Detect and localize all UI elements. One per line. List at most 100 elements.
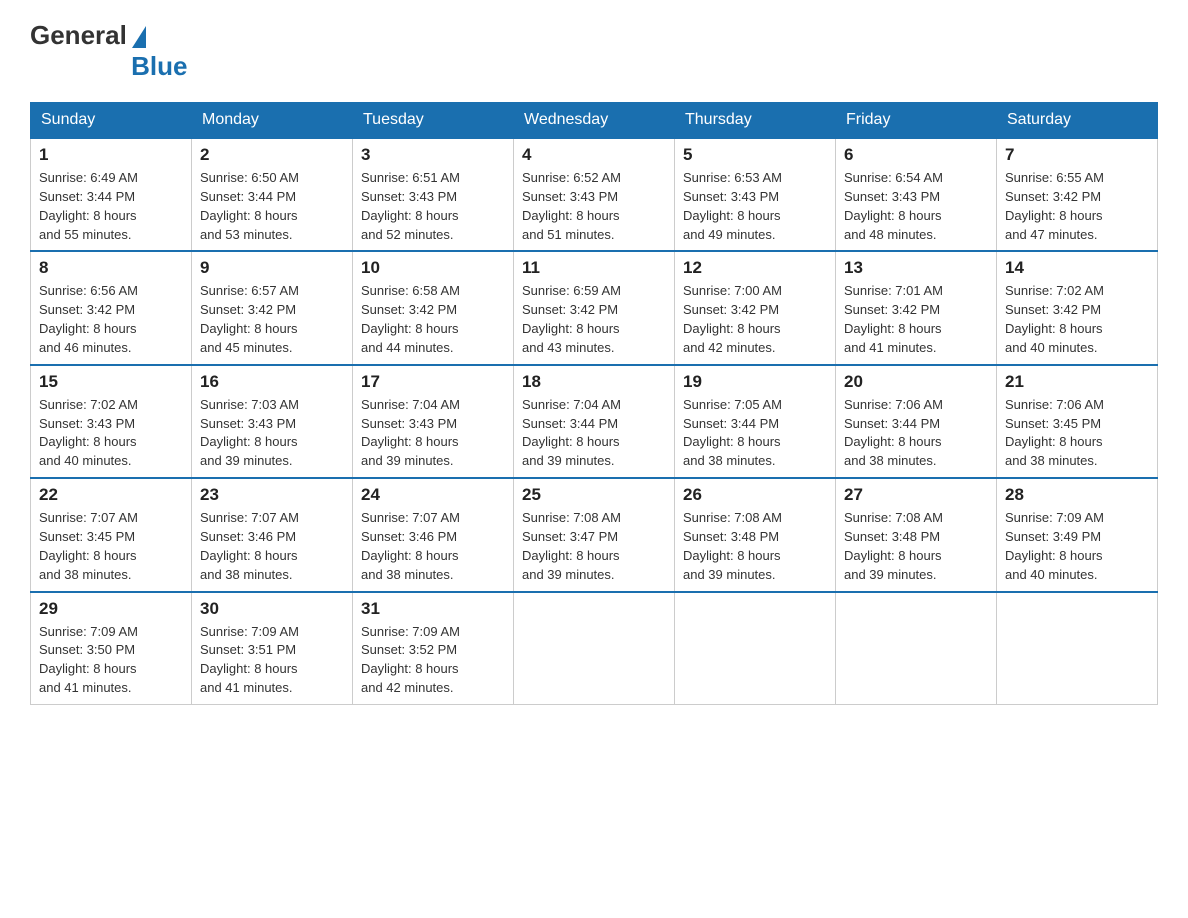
- calendar-cell: 13 Sunrise: 7:01 AMSunset: 3:42 PMDaylig…: [836, 251, 997, 364]
- calendar-cell: 25 Sunrise: 7:08 AMSunset: 3:47 PMDaylig…: [514, 478, 675, 591]
- day-info: Sunrise: 7:02 AMSunset: 3:43 PMDaylight:…: [39, 397, 138, 469]
- calendar-cell: 28 Sunrise: 7:09 AMSunset: 3:49 PMDaylig…: [997, 478, 1158, 591]
- calendar-cell: 20 Sunrise: 7:06 AMSunset: 3:44 PMDaylig…: [836, 365, 997, 478]
- calendar-cell: 7 Sunrise: 6:55 AMSunset: 3:42 PMDayligh…: [997, 138, 1158, 251]
- calendar-cell: 31 Sunrise: 7:09 AMSunset: 3:52 PMDaylig…: [353, 592, 514, 705]
- day-number: 24: [361, 485, 505, 505]
- day-number: 30: [200, 599, 344, 619]
- week-row-1: 1 Sunrise: 6:49 AMSunset: 3:44 PMDayligh…: [31, 138, 1158, 251]
- week-row-2: 8 Sunrise: 6:56 AMSunset: 3:42 PMDayligh…: [31, 251, 1158, 364]
- calendar-cell: 12 Sunrise: 7:00 AMSunset: 3:42 PMDaylig…: [675, 251, 836, 364]
- day-info: Sunrise: 6:53 AMSunset: 3:43 PMDaylight:…: [683, 170, 782, 242]
- day-info: Sunrise: 7:09 AMSunset: 3:50 PMDaylight:…: [39, 624, 138, 696]
- day-number: 3: [361, 145, 505, 165]
- calendar-cell: [997, 592, 1158, 705]
- day-info: Sunrise: 6:58 AMSunset: 3:42 PMDaylight:…: [361, 283, 460, 355]
- weekday-header-saturday: Saturday: [997, 103, 1158, 139]
- day-number: 23: [200, 485, 344, 505]
- weekday-header-friday: Friday: [836, 103, 997, 139]
- logo: General Blue: [30, 20, 187, 82]
- day-number: 2: [200, 145, 344, 165]
- day-info: Sunrise: 6:57 AMSunset: 3:42 PMDaylight:…: [200, 283, 299, 355]
- calendar-cell: 22 Sunrise: 7:07 AMSunset: 3:45 PMDaylig…: [31, 478, 192, 591]
- day-info: Sunrise: 7:06 AMSunset: 3:44 PMDaylight:…: [844, 397, 943, 469]
- day-number: 31: [361, 599, 505, 619]
- calendar-cell: 14 Sunrise: 7:02 AMSunset: 3:42 PMDaylig…: [997, 251, 1158, 364]
- logo-triangle-icon: [132, 26, 146, 48]
- day-info: Sunrise: 7:06 AMSunset: 3:45 PMDaylight:…: [1005, 397, 1104, 469]
- calendar-cell: 18 Sunrise: 7:04 AMSunset: 3:44 PMDaylig…: [514, 365, 675, 478]
- weekday-header-row: SundayMondayTuesdayWednesdayThursdayFrid…: [31, 103, 1158, 139]
- day-info: Sunrise: 6:49 AMSunset: 3:44 PMDaylight:…: [39, 170, 138, 242]
- calendar-cell: [836, 592, 997, 705]
- day-info: Sunrise: 7:02 AMSunset: 3:42 PMDaylight:…: [1005, 283, 1104, 355]
- day-number: 14: [1005, 258, 1149, 278]
- day-number: 13: [844, 258, 988, 278]
- calendar-cell: 8 Sunrise: 6:56 AMSunset: 3:42 PMDayligh…: [31, 251, 192, 364]
- day-info: Sunrise: 7:09 AMSunset: 3:49 PMDaylight:…: [1005, 510, 1104, 582]
- calendar-cell: [514, 592, 675, 705]
- calendar-cell: 10 Sunrise: 6:58 AMSunset: 3:42 PMDaylig…: [353, 251, 514, 364]
- calendar-cell: 26 Sunrise: 7:08 AMSunset: 3:48 PMDaylig…: [675, 478, 836, 591]
- day-number: 11: [522, 258, 666, 278]
- logo-blue-text: Blue: [30, 51, 187, 82]
- calendar-cell: 5 Sunrise: 6:53 AMSunset: 3:43 PMDayligh…: [675, 138, 836, 251]
- calendar-cell: 2 Sunrise: 6:50 AMSunset: 3:44 PMDayligh…: [192, 138, 353, 251]
- day-number: 10: [361, 258, 505, 278]
- calendar-cell: [675, 592, 836, 705]
- weekday-header-sunday: Sunday: [31, 103, 192, 139]
- day-info: Sunrise: 7:07 AMSunset: 3:46 PMDaylight:…: [361, 510, 460, 582]
- calendar-cell: 23 Sunrise: 7:07 AMSunset: 3:46 PMDaylig…: [192, 478, 353, 591]
- day-info: Sunrise: 7:05 AMSunset: 3:44 PMDaylight:…: [683, 397, 782, 469]
- day-info: Sunrise: 6:52 AMSunset: 3:43 PMDaylight:…: [522, 170, 621, 242]
- day-number: 1: [39, 145, 183, 165]
- weekday-header-thursday: Thursday: [675, 103, 836, 139]
- day-number: 25: [522, 485, 666, 505]
- day-info: Sunrise: 7:04 AMSunset: 3:44 PMDaylight:…: [522, 397, 621, 469]
- day-number: 26: [683, 485, 827, 505]
- calendar-cell: 16 Sunrise: 7:03 AMSunset: 3:43 PMDaylig…: [192, 365, 353, 478]
- day-number: 15: [39, 372, 183, 392]
- page-header: General Blue: [30, 20, 1158, 82]
- day-number: 4: [522, 145, 666, 165]
- day-number: 27: [844, 485, 988, 505]
- calendar-cell: 11 Sunrise: 6:59 AMSunset: 3:42 PMDaylig…: [514, 251, 675, 364]
- day-info: Sunrise: 7:09 AMSunset: 3:52 PMDaylight:…: [361, 624, 460, 696]
- day-number: 20: [844, 372, 988, 392]
- weekday-header-tuesday: Tuesday: [353, 103, 514, 139]
- week-row-5: 29 Sunrise: 7:09 AMSunset: 3:50 PMDaylig…: [31, 592, 1158, 705]
- calendar-cell: 17 Sunrise: 7:04 AMSunset: 3:43 PMDaylig…: [353, 365, 514, 478]
- day-info: Sunrise: 7:00 AMSunset: 3:42 PMDaylight:…: [683, 283, 782, 355]
- day-number: 28: [1005, 485, 1149, 505]
- calendar-cell: 27 Sunrise: 7:08 AMSunset: 3:48 PMDaylig…: [836, 478, 997, 591]
- day-info: Sunrise: 6:55 AMSunset: 3:42 PMDaylight:…: [1005, 170, 1104, 242]
- day-number: 8: [39, 258, 183, 278]
- logo-general-text: General: [30, 20, 127, 51]
- day-number: 21: [1005, 372, 1149, 392]
- calendar-cell: 9 Sunrise: 6:57 AMSunset: 3:42 PMDayligh…: [192, 251, 353, 364]
- day-number: 17: [361, 372, 505, 392]
- day-number: 12: [683, 258, 827, 278]
- day-info: Sunrise: 6:56 AMSunset: 3:42 PMDaylight:…: [39, 283, 138, 355]
- calendar-cell: 30 Sunrise: 7:09 AMSunset: 3:51 PMDaylig…: [192, 592, 353, 705]
- day-info: Sunrise: 7:09 AMSunset: 3:51 PMDaylight:…: [200, 624, 299, 696]
- day-number: 16: [200, 372, 344, 392]
- calendar-cell: 24 Sunrise: 7:07 AMSunset: 3:46 PMDaylig…: [353, 478, 514, 591]
- day-number: 6: [844, 145, 988, 165]
- day-number: 9: [200, 258, 344, 278]
- day-info: Sunrise: 7:07 AMSunset: 3:46 PMDaylight:…: [200, 510, 299, 582]
- calendar-cell: 19 Sunrise: 7:05 AMSunset: 3:44 PMDaylig…: [675, 365, 836, 478]
- week-row-3: 15 Sunrise: 7:02 AMSunset: 3:43 PMDaylig…: [31, 365, 1158, 478]
- day-number: 7: [1005, 145, 1149, 165]
- day-info: Sunrise: 6:50 AMSunset: 3:44 PMDaylight:…: [200, 170, 299, 242]
- day-info: Sunrise: 7:07 AMSunset: 3:45 PMDaylight:…: [39, 510, 138, 582]
- day-number: 5: [683, 145, 827, 165]
- day-info: Sunrise: 7:08 AMSunset: 3:48 PMDaylight:…: [844, 510, 943, 582]
- calendar-cell: 6 Sunrise: 6:54 AMSunset: 3:43 PMDayligh…: [836, 138, 997, 251]
- calendar-table: SundayMondayTuesdayWednesdayThursdayFrid…: [30, 102, 1158, 705]
- calendar-cell: 29 Sunrise: 7:09 AMSunset: 3:50 PMDaylig…: [31, 592, 192, 705]
- day-info: Sunrise: 6:54 AMSunset: 3:43 PMDaylight:…: [844, 170, 943, 242]
- calendar-cell: 21 Sunrise: 7:06 AMSunset: 3:45 PMDaylig…: [997, 365, 1158, 478]
- calendar-cell: 3 Sunrise: 6:51 AMSunset: 3:43 PMDayligh…: [353, 138, 514, 251]
- day-info: Sunrise: 6:59 AMSunset: 3:42 PMDaylight:…: [522, 283, 621, 355]
